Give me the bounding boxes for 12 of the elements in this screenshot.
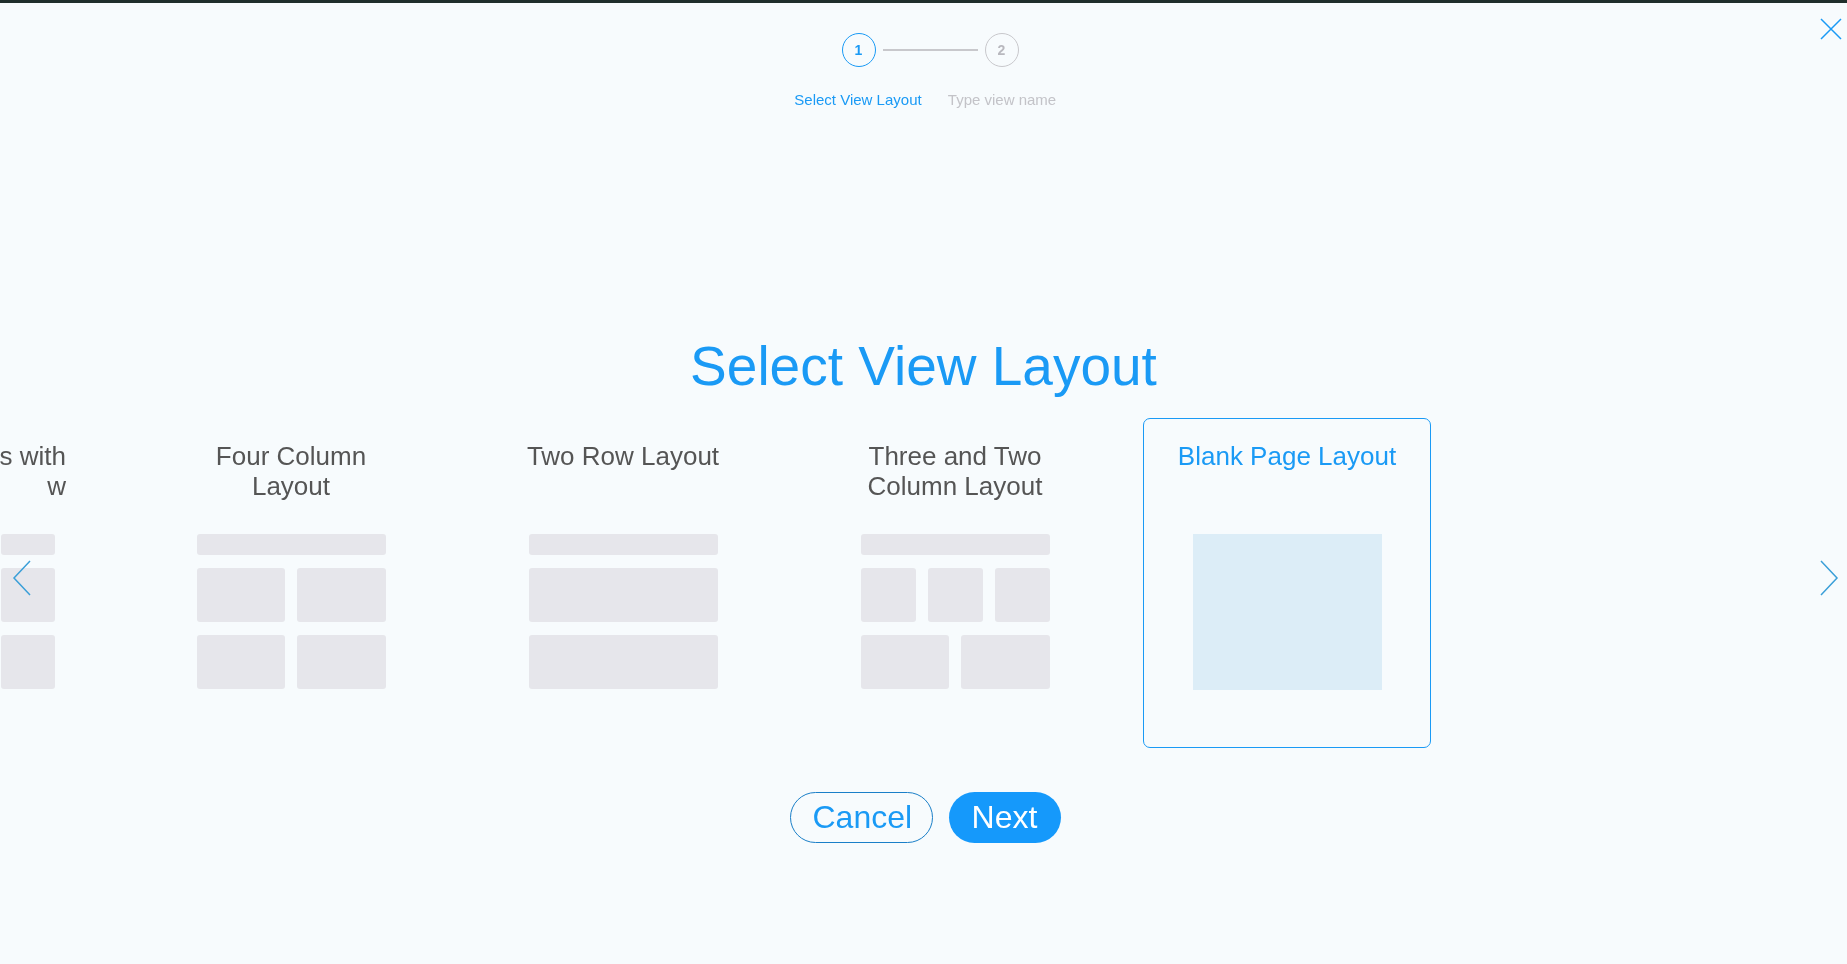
page-title: Select View Layout: [690, 334, 1157, 398]
layout-card[interactable]: Four Column Layout: [147, 418, 435, 748]
layout-card[interactable]: Three and Two Column Layout: [811, 418, 1099, 748]
layout-name: s with w: [0, 441, 66, 501]
layout-name: Blank Page Layout: [1177, 441, 1397, 471]
layout-name: Three and Two Column Layout: [866, 441, 1044, 501]
layout-card[interactable]: Two Row Layout: [479, 418, 767, 748]
layout-name: Four Column Layout: [214, 441, 368, 501]
step-label: Select View Layout: [794, 91, 922, 108]
step-label: Type view name: [947, 91, 1057, 108]
layout-name: Two Row Layout: [526, 441, 720, 471]
layout-card[interactable]: s with w: [0, 418, 103, 748]
